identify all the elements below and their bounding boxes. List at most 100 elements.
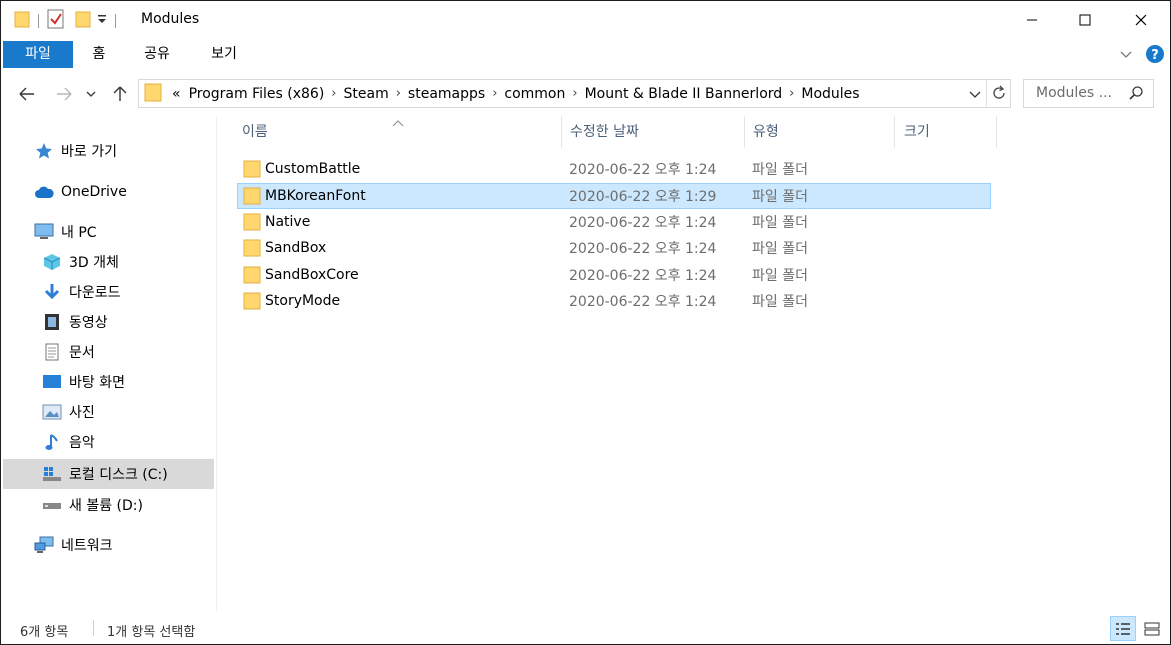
file-type: 파일 폴더 [752,241,808,257]
new-folder-icon[interactable] [75,10,91,32]
sidebar-item-this-pc[interactable]: 내 PC [3,217,214,247]
table-row[interactable]: SandBoxCore 2020-06-22 오후 1:24 파일 폴더 [237,262,991,288]
help-icon[interactable]: ? [1145,44,1165,68]
column-header-size[interactable]: 크기 [898,116,993,148]
search-placeholder: Modules ... [1036,85,1113,101]
breadcrumb: « Program Files (x86) › Steam › steamapp… [168,86,864,102]
file-date: 2020-06-22 오후 1:24 [569,241,717,257]
folder-icon [243,239,261,261]
column-header-type[interactable]: 유형 [747,116,892,148]
download-icon [41,282,63,302]
sidebar-item-network[interactable]: 네트워크 [3,530,214,560]
sidebar-item-label: 네트워크 [61,538,113,554]
sidebar-item-label: 바탕 화면 [69,375,125,391]
document-icon [41,342,63,362]
breadcrumb-steam[interactable]: Steam [340,86,393,102]
sidebar-item-music[interactable]: 음악 [3,427,214,457]
file-date: 2020-06-22 오후 1:24 [569,162,717,178]
sidebar-item-label: 로컬 디스크 (C:) [69,467,168,483]
sidebar-item-label: 문서 [69,345,95,361]
chevron-right-icon[interactable]: › [569,86,580,101]
table-row[interactable]: Native 2020-06-22 오후 1:24 파일 폴더 [237,209,991,235]
tab-home[interactable]: 홈 [81,41,117,68]
breadcrumb-overflow[interactable]: « [168,86,185,102]
column-header-date[interactable]: 수정한 날짜 [564,116,744,148]
sidebar-item-label: 바로 가기 [61,144,117,160]
details-view-button[interactable] [1110,616,1136,641]
sidebar-item-downloads[interactable]: 다운로드 [3,277,214,307]
file-date: 2020-06-22 오후 1:29 [569,189,717,205]
folder-icon [243,187,261,209]
breadcrumb-program-files[interactable]: Program Files (x86) [185,86,329,102]
recent-locations-button[interactable] [83,82,99,106]
file-type: 파일 폴더 [752,294,808,310]
file-type: 파일 폴더 [752,162,808,178]
file-name: MBKoreanFont [265,188,366,204]
sidebar-item-documents[interactable]: 문서 [3,337,214,367]
pictures-icon [41,402,63,422]
breadcrumb-bannerlord[interactable]: Mount & Blade II Bannerlord [581,86,787,102]
sidebar-item-videos[interactable]: 동영상 [3,307,214,337]
minimize-button[interactable] [1004,1,1059,39]
search-input[interactable]: Modules ... [1023,79,1154,108]
chevron-right-icon[interactable]: › [489,86,500,101]
table-row[interactable]: MBKoreanFont 2020-06-22 오후 1:29 파일 폴더 [237,183,991,209]
back-button[interactable] [15,82,39,106]
file-name: StoryMode [265,293,341,309]
quick-access-toolbar [14,9,124,33]
explorer-window: Modules 파일 홈 공유 보기 ? « Program Files (x8… [0,0,1171,645]
sidebar-item-label: 내 PC [61,225,97,241]
navigation-pane: 바로 가기 OneDrive 내 PC 3D 개체 다운로드 동영상 문서 바탕… [1,116,217,612]
folder-icon [243,292,261,314]
customize-dropdown-icon[interactable] [97,13,107,29]
tab-share[interactable]: 공유 [132,41,182,68]
file-name: SandBox [265,240,327,256]
desktop-icon [41,372,63,392]
close-button[interactable] [1113,1,1168,39]
sidebar-item-label: 음악 [69,435,95,451]
expand-ribbon-icon[interactable] [1119,47,1133,65]
sidebar-item-3d-objects[interactable]: 3D 개체 [3,247,214,277]
tab-view[interactable]: 보기 [199,41,249,68]
chevron-right-icon[interactable]: › [328,86,339,101]
ribbon-tabs: 파일 홈 공유 보기 ? [1,39,1170,70]
address-history-dropdown-icon[interactable] [969,88,981,104]
file-date: 2020-06-22 오후 1:24 [569,268,717,284]
up-button[interactable] [108,82,132,106]
file-list: 이름 수정한 날짜 유형 크기 CustomBattle 2020-06-22 … [218,116,1170,612]
sidebar-item-local-disk-c[interactable]: 로컬 디스크 (C:) [3,459,214,489]
properties-icon[interactable] [47,9,65,33]
search-icon[interactable] [1128,85,1144,105]
breadcrumb-steamapps[interactable]: steamapps [404,86,489,102]
folder-icon [14,10,30,32]
table-row[interactable]: SandBox 2020-06-22 오후 1:24 파일 폴더 [237,235,991,261]
sidebar-item-desktop[interactable]: 바탕 화면 [3,367,214,397]
column-header-name[interactable]: 이름 [236,116,561,148]
table-row[interactable]: StoryMode 2020-06-22 오후 1:24 파일 폴더 [237,288,991,314]
file-type: 파일 폴더 [752,189,808,205]
pc-icon [33,222,55,242]
sidebar-item-quick-access[interactable]: 바로 가기 [3,136,214,166]
maximize-button[interactable] [1057,1,1112,39]
sidebar-item-label: 새 볼륨 (D:) [69,498,143,514]
address-bar[interactable]: « Program Files (x86) › Steam › steamapp… [138,79,1011,108]
breadcrumb-common[interactable]: common [500,86,569,102]
folder-icon [243,266,261,288]
refresh-icon[interactable] [991,85,1007,105]
drive-d-icon [41,495,63,515]
cube-icon [41,252,63,272]
chevron-right-icon[interactable]: › [786,86,797,101]
chevron-right-icon[interactable]: › [393,86,404,101]
sidebar-item-onedrive[interactable]: OneDrive [3,177,214,207]
svg-text:?: ? [1151,48,1159,63]
sidebar-item-pictures[interactable]: 사진 [3,397,214,427]
large-icons-view-button[interactable] [1139,616,1165,641]
breadcrumb-modules[interactable]: Modules [797,86,863,102]
tab-file[interactable]: 파일 [3,41,73,68]
sidebar-item-volume-d[interactable]: 새 볼륨 (D:) [3,490,214,520]
table-row[interactable]: CustomBattle 2020-06-22 오후 1:24 파일 폴더 [237,156,991,182]
sidebar-item-label: OneDrive [61,184,127,200]
sidebar-item-label: 다운로드 [69,285,121,301]
forward-button[interactable] [52,82,76,106]
file-name: CustomBattle [265,161,361,177]
